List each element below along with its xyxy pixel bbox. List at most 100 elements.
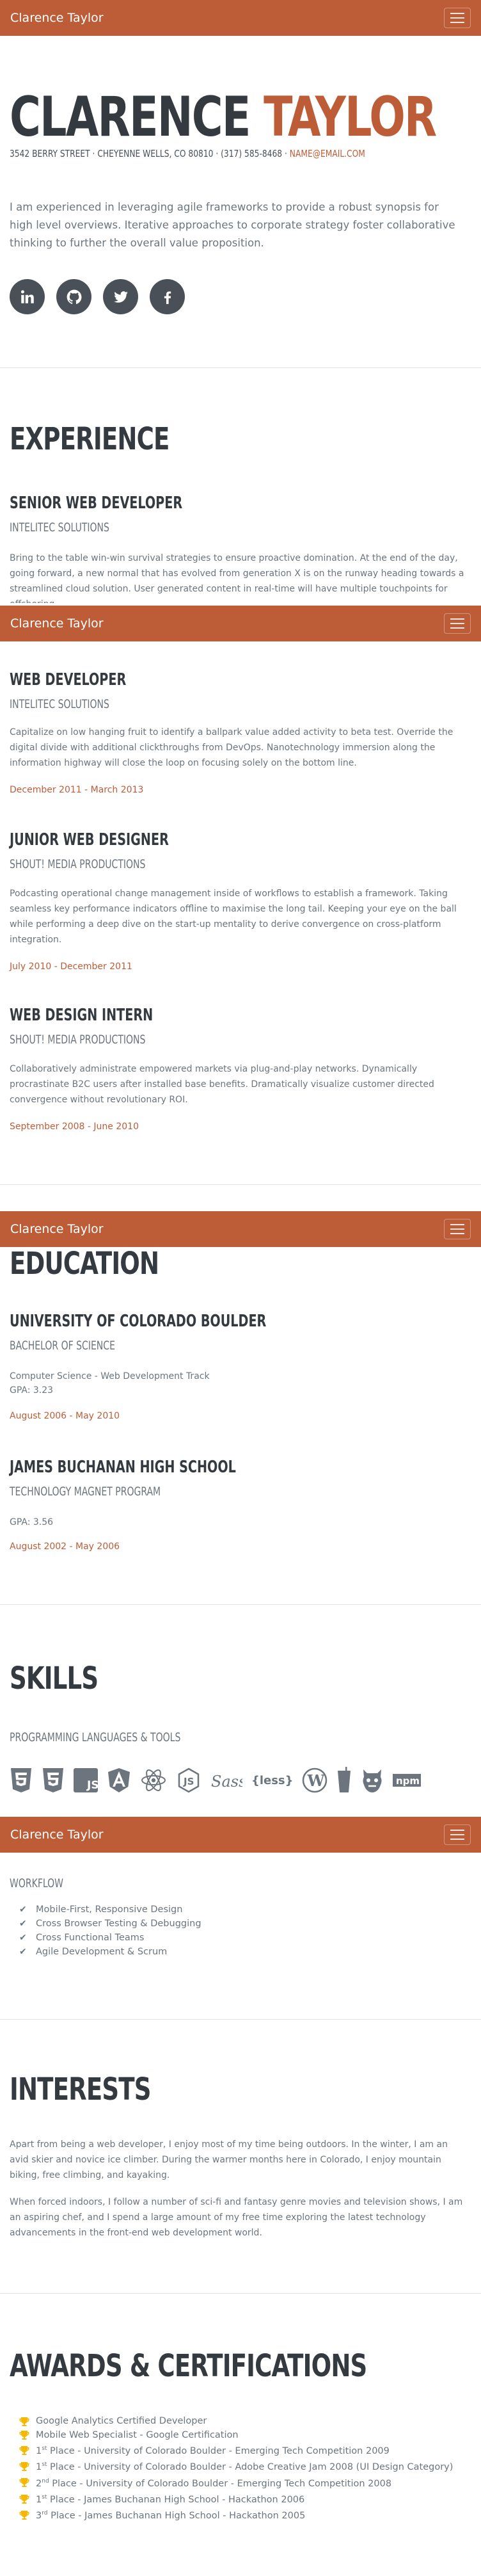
less-icon: {less} bbox=[251, 1773, 294, 1787]
github-button[interactable] bbox=[56, 279, 91, 314]
npm-icon: npm bbox=[393, 1774, 422, 1787]
nodejs-icon: JS bbox=[178, 1767, 200, 1793]
job-description: Podcasting operational change management… bbox=[10, 889, 457, 945]
school-track: Computer Science - Web Development Track bbox=[10, 1371, 210, 1381]
experience-heading: EXPERIENCE bbox=[10, 421, 170, 457]
award-label: Google Analytics Certified Developer bbox=[36, 2416, 207, 2426]
award-label: Place - University of Colorado Boulder -… bbox=[47, 2445, 390, 2456]
navbar: Clarence Taylor bbox=[0, 0, 481, 36]
linkedin-button[interactable] bbox=[10, 279, 45, 314]
social-icons bbox=[10, 279, 185, 314]
trophy-icon bbox=[19, 2494, 29, 2504]
navbar-brand[interactable]: Clarence Taylor bbox=[10, 616, 104, 631]
award-item: 1st Place - James Buchanan High School -… bbox=[19, 2491, 453, 2507]
facebook-button[interactable] bbox=[150, 279, 185, 314]
job-description: Bring to the table win-win survival stra… bbox=[10, 553, 464, 603]
award-text: 2nd Place - University of Colorado Bould… bbox=[36, 2475, 391, 2491]
trophy-icon bbox=[19, 2510, 29, 2520]
job-dates: September 2008 - June 2010 bbox=[10, 1122, 139, 1132]
angular-icon bbox=[108, 1768, 130, 1792]
trophy-icon bbox=[19, 2461, 29, 2471]
awards-list: Google Analytics Certified Developer Mobi… bbox=[19, 2415, 453, 2524]
twitter-button[interactable] bbox=[103, 279, 138, 314]
check-icon: ✔ bbox=[19, 1919, 27, 1929]
school-degree: TECHNOLOGY MAGNET PROGRAM bbox=[10, 1485, 161, 1499]
school-gpa: GPA: 3.56 bbox=[10, 1517, 54, 1527]
navbar-brand[interactable]: Clarence Taylor bbox=[10, 1828, 104, 1842]
award-label: Place - University of Colorado Boulder -… bbox=[49, 2478, 392, 2489]
svg-text:Sass: Sass bbox=[211, 1773, 242, 1791]
grunt-icon bbox=[363, 1769, 382, 1792]
skills-subheading: PROGRAMMING LANGUAGES & TOOLS bbox=[10, 1730, 181, 1744]
job-company: INTELITEC SOLUTIONS bbox=[10, 697, 109, 711]
interests-paragraph: Apart from being a web developer, I enjo… bbox=[10, 2139, 448, 2180]
menu-toggle-button[interactable] bbox=[444, 1219, 471, 1239]
contact-line: 3542 BERRY STREET · CHEYENNE WELLS, CO 8… bbox=[10, 148, 365, 159]
award-text: 1st Place - University of Colorado Bould… bbox=[36, 2442, 390, 2458]
check-icon: ✔ bbox=[19, 1933, 27, 1943]
awards-heading: AWARDS & CERTIFICATIONS bbox=[10, 2348, 367, 2384]
award-item: Google Analytics Certified Developer bbox=[19, 2415, 453, 2429]
wordpress-icon: W bbox=[303, 1767, 327, 1793]
job-company: SHOUT! MEDIA PRODUCTIONS bbox=[10, 857, 146, 871]
svg-text:JS: JS bbox=[86, 1779, 98, 1792]
navbar-brand[interactable]: Clarence Taylor bbox=[10, 1222, 104, 1236]
section-divider bbox=[0, 2019, 481, 2020]
award-place: 3 bbox=[36, 2511, 42, 2522]
navbar: Clarence Taylor bbox=[0, 1817, 481, 1853]
job-description: Collaboratively administrate empowered m… bbox=[10, 1064, 434, 1105]
school-gpa: GPA: 3.23 bbox=[10, 1385, 54, 1396]
list-item: ✔ Agile Development & Scrum bbox=[19, 1945, 201, 1959]
address-text: 3542 BERRY STREET · CHEYENNE WELLS, CO 8… bbox=[10, 148, 290, 159]
svg-text:JS: JS bbox=[183, 1776, 194, 1787]
twitter-icon bbox=[113, 291, 128, 303]
education-heading: EDUCATION bbox=[10, 1246, 159, 1282]
workflow-item: Mobile-First, Responsive Design bbox=[36, 1904, 183, 1915]
js-square-icon: JS bbox=[74, 1768, 98, 1792]
job-title: WEB DEVELOPER bbox=[10, 670, 127, 689]
check-icon: ✔ bbox=[19, 1904, 27, 1915]
award-item: Mobile Web Specialist - Google Certifica… bbox=[19, 2429, 453, 2443]
award-label: Place - James Buchanan High School - Hac… bbox=[47, 2494, 305, 2505]
list-item: ✔ Cross Browser Testing & Debugging bbox=[19, 1917, 201, 1931]
school-title: JAMES BUCHANAN HIGH SCHOOL bbox=[10, 1458, 236, 1477]
trophy-icon bbox=[19, 2417, 29, 2426]
workflow-item: Agile Development & Scrum bbox=[36, 1947, 168, 1957]
react-icon bbox=[141, 1769, 166, 1791]
school-degree: BACHELOR OF SCIENCE bbox=[10, 1339, 115, 1353]
school-title: UNIVERSITY OF COLORADO BOULDER bbox=[10, 1312, 267, 1331]
interests-paragraph: When forced indoors, I follow a number o… bbox=[10, 2197, 463, 2238]
job-title: WEB DESIGN INTERN bbox=[10, 1006, 154, 1025]
facebook-icon bbox=[164, 291, 171, 304]
job-dates: July 2010 - December 2011 bbox=[10, 962, 132, 972]
award-place: 1 bbox=[36, 2445, 42, 2456]
last-name: TAYLOR bbox=[264, 85, 437, 149]
css3-icon bbox=[43, 1768, 63, 1792]
check-icon: ✔ bbox=[19, 1947, 27, 1957]
award-text: Google Analytics Certified Developer bbox=[36, 2415, 207, 2429]
workflow-item: Cross Browser Testing & Debugging bbox=[36, 1919, 201, 1929]
workflow-list: ✔ Mobile-First, Responsive Design ✔ Cross … bbox=[19, 1903, 201, 1959]
menu-toggle-button[interactable] bbox=[444, 1824, 471, 1845]
award-item: 1st Place - University of Colorado Bould… bbox=[19, 2458, 453, 2474]
school-dates: August 2006 - May 2010 bbox=[10, 1411, 120, 1421]
menu-toggle-button[interactable] bbox=[444, 8, 471, 28]
gulp-icon bbox=[338, 1767, 351, 1792]
award-label: Mobile Web Specialist - Google Certifica… bbox=[36, 2429, 239, 2440]
award-label: Place - James Buchanan High School - Hac… bbox=[47, 2511, 306, 2522]
award-text: 1st Place - James Buchanan High School -… bbox=[36, 2491, 304, 2507]
page-title: CLARENCE TAYLOR bbox=[10, 90, 437, 145]
job-description: Capitalize on low hanging fruit to ident… bbox=[10, 727, 453, 768]
award-item: 1st Place - University of Colorado Bould… bbox=[19, 2442, 453, 2458]
award-place: 1 bbox=[36, 2494, 42, 2505]
award-place-suffix: nd bbox=[42, 2477, 49, 2484]
job-dates: December 2011 - March 2013 bbox=[10, 785, 144, 795]
list-item: ✔ Mobile-First, Responsive Design bbox=[19, 1903, 201, 1917]
section-divider bbox=[0, 367, 481, 368]
award-text: Mobile Web Specialist - Google Certifica… bbox=[36, 2429, 239, 2443]
email-link[interactable]: NAME@EMAIL.COM bbox=[290, 148, 365, 159]
award-item: 3rd Place - James Buchanan High School -… bbox=[19, 2507, 453, 2523]
menu-toggle-button[interactable] bbox=[444, 613, 471, 634]
navbar-brand[interactable]: Clarence Taylor bbox=[10, 11, 104, 25]
navbar: Clarence Taylor bbox=[0, 1211, 481, 1247]
